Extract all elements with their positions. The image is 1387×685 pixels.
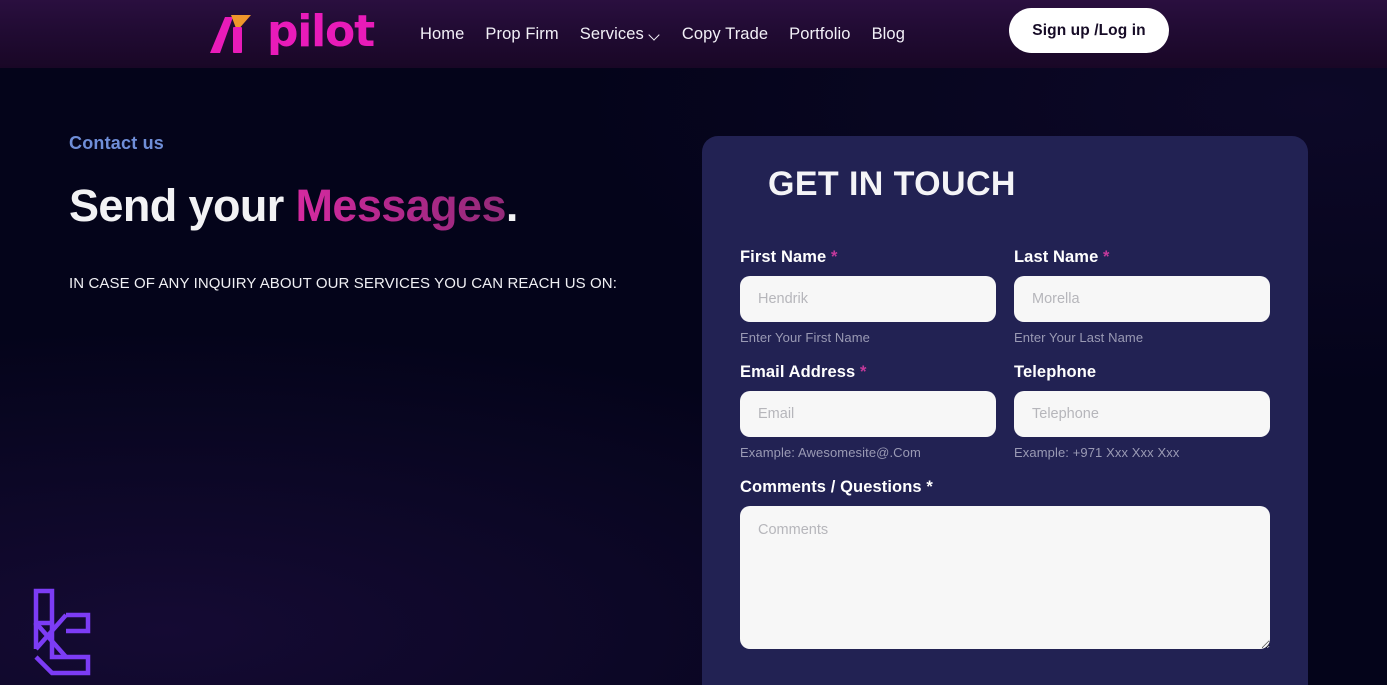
nav-item-copy-trade[interactable]: Copy Trade: [682, 25, 768, 44]
nav-label: Copy Trade: [681, 24, 769, 43]
page-title: Send your Messages.: [69, 182, 669, 229]
nav-label: Portfolio: [789, 24, 851, 43]
nav-item-portfolio[interactable]: Portfolio: [789, 25, 850, 44]
signup-login-button[interactable]: Sign up /Log in: [1009, 8, 1169, 53]
field-first-name: First Name * Enter Your First Name: [740, 248, 996, 345]
required-asterisk: *: [830, 248, 838, 266]
last-name-label-text: Last Name: [1014, 248, 1099, 266]
form-row-spacer: [740, 460, 1270, 478]
form-row-spacer: [740, 345, 1270, 363]
required-asterisk: *: [1103, 248, 1110, 266]
last-name-label: Last Name *: [1014, 248, 1270, 267]
telephone-input[interactable]: [1014, 391, 1270, 437]
first-name-label-text: First Name: [740, 248, 827, 266]
nav-item-home[interactable]: Home: [420, 25, 464, 44]
site-header: pilot Home Prop Firm Services Copy Trade…: [0, 0, 1387, 68]
comments-textarea[interactable]: [740, 506, 1270, 649]
nav-label: Blog: [871, 24, 905, 43]
page-title-period: .: [505, 180, 519, 231]
telephone-hint: Example: +971 Xxx Xxx Xxx: [1014, 445, 1180, 460]
field-email: Email Address * Example: Awesomesite@.Co…: [740, 363, 996, 460]
telephone-label: Telephone: [1014, 363, 1270, 382]
last-name-hint: Enter Your Last Name: [1014, 330, 1144, 345]
telephone-label-text: Telephone: [1014, 363, 1097, 381]
required-asterisk: *: [860, 363, 867, 381]
first-name-hint: Enter Your First Name: [740, 330, 870, 345]
email-hint: Example: Awesomesite@.Com: [740, 445, 921, 460]
contact-form: First Name * Enter Your First Name Last …: [740, 248, 1270, 649]
nav-label: Home: [420, 24, 465, 43]
field-telephone: Telephone Example: +971 Xxx Xxx Xxx: [1014, 363, 1270, 460]
hero-section: Contact us Send your Messages. IN CASE O…: [69, 133, 669, 292]
email-label-text: Email Address: [740, 363, 856, 381]
contact-form-card: GET IN TOUCH First Name * Enter Your Fir…: [702, 136, 1308, 685]
field-comments: Comments / Questions *: [740, 478, 1270, 649]
brand-logo[interactable]: pilot: [207, 0, 375, 68]
nav-item-services[interactable]: Services: [580, 25, 661, 44]
nav-item-blog[interactable]: Blog: [872, 25, 905, 44]
comments-label: Comments / Questions *: [740, 478, 933, 496]
ai-logo-mark-icon: [210, 15, 251, 53]
email-label: Email Address *: [740, 363, 996, 382]
nav-label: Prop Firm: [485, 24, 559, 43]
page-title-accent: Messages: [295, 180, 507, 231]
nav-item-prop-firm[interactable]: Prop Firm: [485, 25, 558, 44]
field-last-name: Last Name * Enter Your Last Name: [1014, 248, 1270, 345]
page-eyebrow: Contact us: [69, 133, 165, 153]
first-name-input[interactable]: [740, 276, 996, 322]
nav-label: Services: [579, 24, 644, 43]
main-navigation: Home Prop Firm Services Copy Trade Portf…: [420, 0, 905, 68]
page-title-plain: Send your: [69, 180, 296, 231]
brand-wordmark: pilot: [267, 6, 375, 57]
form-title: GET IN TOUCH: [768, 165, 1016, 203]
last-name-input[interactable]: [1014, 276, 1270, 322]
email-input[interactable]: [740, 391, 996, 437]
first-name-label: First Name *: [740, 248, 996, 267]
chevron-down-icon: [650, 30, 661, 41]
hero-subtitle: IN CASE OF ANY INQUIRY ABOUT OUR SERVICE…: [69, 275, 618, 293]
